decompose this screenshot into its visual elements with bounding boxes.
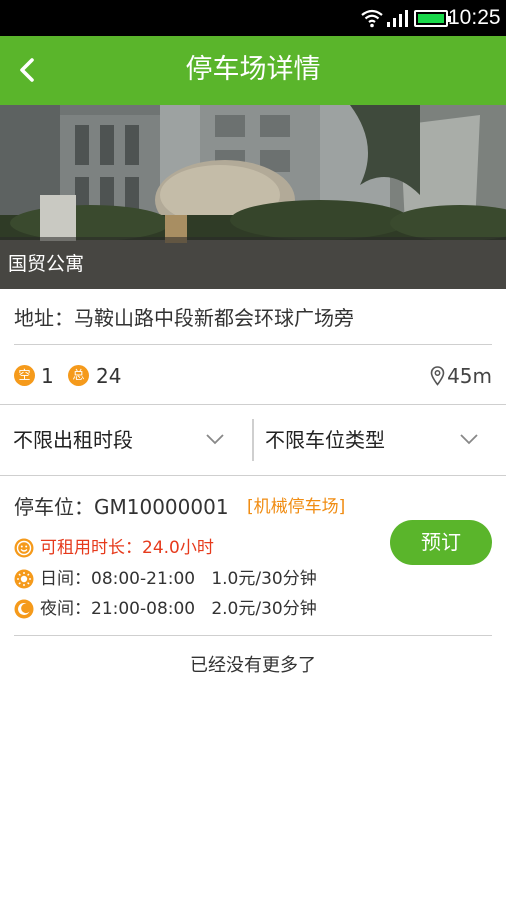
address-text: 地址：马鞍山路中段新都会环球广场旁	[14, 306, 354, 330]
page-title: 停车场详情	[185, 54, 321, 85]
availability-row: 空 1 总 24 45m	[14, 363, 492, 389]
chevron-down-icon	[206, 434, 224, 445]
filter-divider	[0, 475, 506, 476]
distance-value: 45m	[447, 364, 492, 388]
rental-time-filter-label: 不限出租时段	[13, 428, 133, 452]
empty-spots-count: 1	[41, 364, 54, 388]
moon-icon	[14, 599, 34, 619]
slot-title: 停车位：GM10000001	[14, 495, 229, 519]
battery-icon	[414, 10, 451, 27]
wifi-icon	[361, 9, 383, 28]
distance-label: 45m	[430, 363, 492, 389]
status-time: 10:25	[448, 6, 501, 29]
slot-type-tag: [机械停车场]	[247, 497, 346, 517]
no-more-text: 已经没有更多了	[190, 655, 316, 676]
sun-icon	[14, 569, 34, 589]
address-divider	[14, 344, 492, 345]
day-price-text: 日间：08:00-21:00 1.0元/30分钟	[40, 569, 317, 589]
book-button[interactable]: 预订	[390, 520, 492, 565]
chevron-down-icon	[460, 434, 478, 445]
parking-lot-name: 国贸公寓	[8, 253, 85, 275]
rental-time-filter[interactable]: 不限出租时段	[0, 405, 252, 475]
location-pin-icon	[430, 366, 445, 386]
total-spots-badge: 总	[68, 365, 89, 386]
rental-duration-text: 可租用时长：24.0小时	[40, 538, 214, 558]
signal-icon	[387, 10, 408, 27]
smiley-icon	[14, 538, 34, 558]
spot-type-filter[interactable]: 不限车位类型	[254, 405, 506, 475]
night-price-text: 夜间：21:00-08:00 2.0元/30分钟	[40, 599, 317, 619]
title-bar: 停车场详情	[0, 36, 506, 105]
status-bar: 10:25	[0, 0, 506, 36]
parking-lot-photo: 国贸公寓	[0, 105, 506, 289]
spot-type-filter-label: 不限车位类型	[265, 428, 385, 452]
empty-spots-badge: 空	[14, 365, 35, 386]
total-spots-count: 24	[96, 364, 122, 388]
slot-divider	[14, 635, 492, 636]
